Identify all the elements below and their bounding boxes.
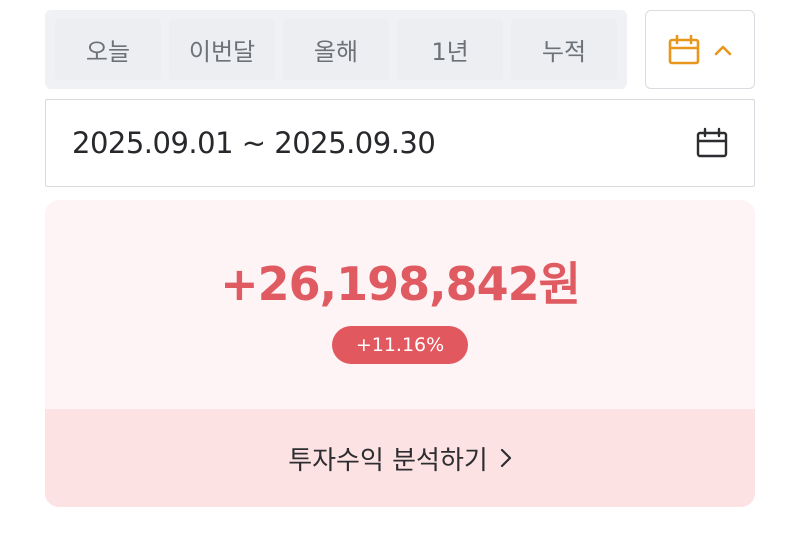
investment-analysis-button[interactable]: 투자수익 분석하기 <box>45 409 755 507</box>
tab-today[interactable]: 오늘 <box>55 19 161 80</box>
investment-summary-screen: 오늘 이번달 올해 1년 누적 2025.09.01 ~ 2025.09.30 <box>0 0 800 546</box>
tab-this-year[interactable]: 올해 <box>283 19 389 80</box>
calendar-toggle-button[interactable] <box>645 10 755 89</box>
calendar-icon <box>668 34 700 65</box>
profit-card: +26,198,842원 +11.16% 투자수익 분석하기 <box>45 200 755 507</box>
profit-summary: +26,198,842원 +11.16% <box>45 200 755 409</box>
chevron-up-icon <box>714 44 732 56</box>
tab-cumulative[interactable]: 누적 <box>511 19 617 80</box>
tab-one-year[interactable]: 1년 <box>397 19 503 80</box>
profit-rate-badge: +11.16% <box>332 326 468 364</box>
tab-this-month[interactable]: 이번달 <box>169 19 275 80</box>
period-tab-bar: 오늘 이번달 올해 1년 누적 <box>45 10 627 89</box>
calendar-icon[interactable] <box>696 127 728 159</box>
date-range-value: 2025.09.01 ~ 2025.09.30 <box>72 126 436 160</box>
profit-amount: +26,198,842원 <box>220 257 581 311</box>
date-range-field[interactable]: 2025.09.01 ~ 2025.09.30 <box>45 99 755 187</box>
chevron-right-icon <box>500 448 512 468</box>
analysis-button-label: 투자수익 분석하기 <box>288 445 488 476</box>
